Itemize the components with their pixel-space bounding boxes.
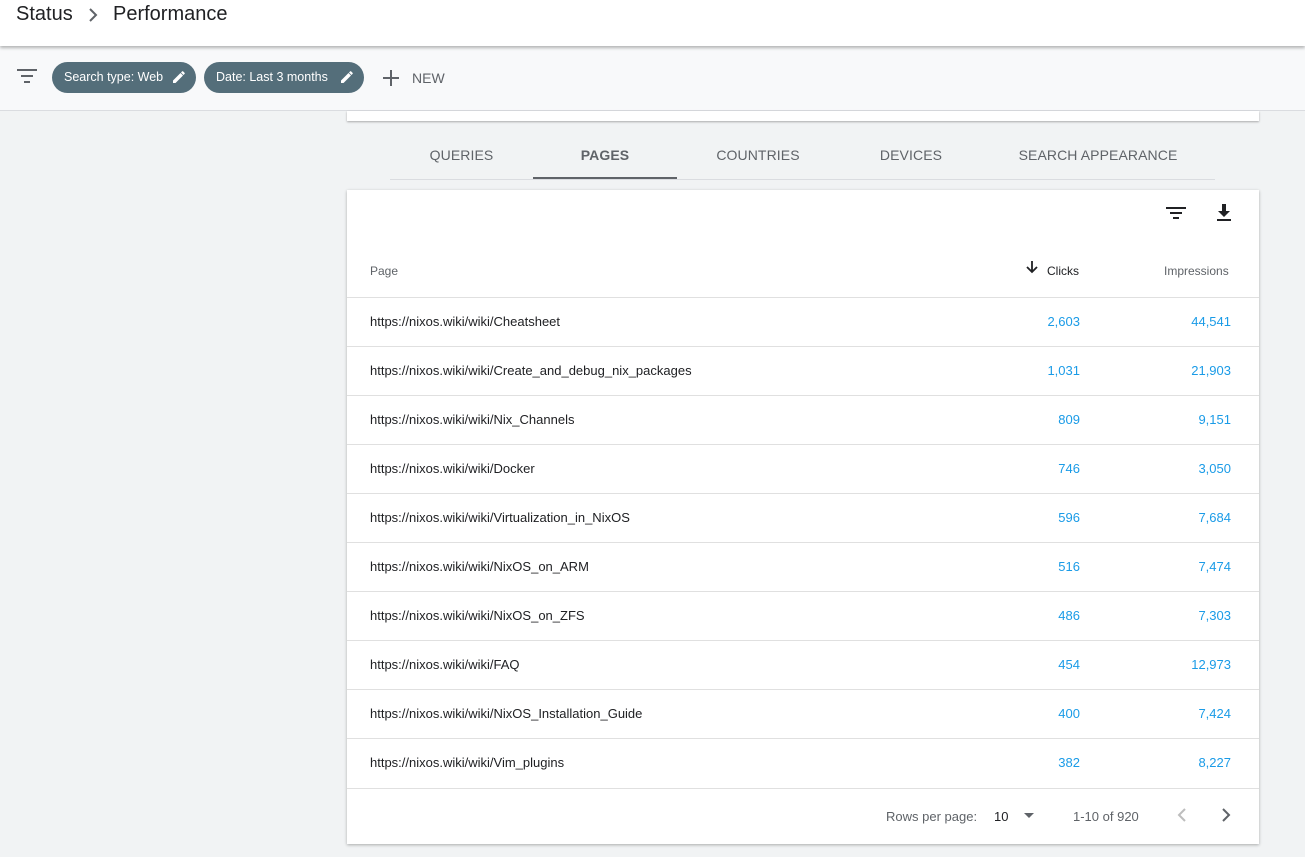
- impressions-value: 12,973: [1191, 657, 1231, 672]
- impressions-value: 3,050: [1198, 461, 1231, 476]
- page-range: 1-10 of 920: [1073, 809, 1139, 824]
- impressions-value: 7,474: [1198, 559, 1231, 574]
- clicks-value: 400: [1058, 706, 1080, 721]
- filter-rows-icon[interactable]: [1165, 202, 1187, 229]
- edit-icon: [173, 71, 185, 83]
- filter-bar: Search type: Web Date: Last 3 months NEW: [0, 46, 1305, 111]
- page-url: https://nixos.wiki/wiki/NixOS_Installati…: [370, 706, 643, 721]
- page-url: https://nixos.wiki/wiki/Docker: [370, 461, 535, 476]
- tab-pages[interactable]: PAGES: [533, 131, 677, 179]
- clicks-value: 382: [1058, 755, 1080, 770]
- filter-icon[interactable]: [17, 69, 37, 88]
- edit-icon: [341, 71, 353, 83]
- plus-icon: [383, 69, 399, 86]
- page-title: Performance: [113, 3, 228, 25]
- table-row[interactable]: https://nixos.wiki/wiki/Cheatsheet 2,603 4…: [347, 297, 1259, 346]
- impressions-value: 7,684: [1198, 510, 1231, 525]
- tab-devices[interactable]: DEVICES: [839, 131, 983, 179]
- download-icon[interactable]: [1213, 202, 1235, 229]
- search-type-chip[interactable]: Search type: Web: [52, 62, 196, 93]
- rows-per-page-label: Rows per page:: [886, 809, 978, 824]
- table-row[interactable]: https://nixos.wiki/wiki/Docker 746 3,050: [347, 444, 1259, 493]
- chevron-left-icon[interactable]: [1172, 805, 1192, 828]
- table-row[interactable]: https://nixos.wiki/wiki/Vim_plugins 382 8,…: [347, 738, 1259, 787]
- dimension-tabs: QUERIES PAGES COUNTRIES DEVICES SEARCH A…: [390, 131, 1215, 180]
- impressions-value: 44,541: [1191, 314, 1231, 329]
- impressions-value: 9,151: [1198, 412, 1231, 427]
- tab-queries[interactable]: QUERIES: [390, 131, 533, 179]
- new-label: NEW: [412, 69, 445, 86]
- clicks-value: 454: [1058, 657, 1080, 672]
- table-row[interactable]: https://nixos.wiki/wiki/NixOS_on_ARM 516 7…: [347, 542, 1259, 591]
- app-header: Status Performance: [0, 0, 1305, 46]
- page-url: https://nixos.wiki/wiki/Create_and_debug…: [370, 363, 692, 378]
- clicks-value: 809: [1058, 412, 1080, 427]
- page-url: https://nixos.wiki/wiki/Virtualization_i…: [370, 510, 630, 525]
- clicks-value: 596: [1058, 510, 1080, 525]
- page-url: https://nixos.wiki/wiki/NixOS_on_ARM: [370, 559, 589, 574]
- page-url: https://nixos.wiki/wiki/Cheatsheet: [370, 314, 561, 329]
- table-row[interactable]: https://nixos.wiki/wiki/FAQ 454 12,973: [347, 640, 1259, 689]
- tab-search-appearance[interactable]: SEARCH APPEARANCE: [1004, 131, 1192, 179]
- breadcrumb-status[interactable]: Status: [16, 3, 73, 25]
- table-row[interactable]: https://nixos.wiki/wiki/Nix_Channels 809 9…: [347, 395, 1259, 444]
- table-row[interactable]: https://nixos.wiki/wiki/NixOS_on_ZFS 486 7…: [347, 591, 1259, 640]
- table-row[interactable]: https://nixos.wiki/wiki/NixOS_Installati…: [347, 689, 1259, 738]
- chip-label: Search type: Web: [64, 70, 164, 84]
- impressions-value: 7,424: [1198, 706, 1231, 721]
- clicks-value: 486: [1058, 608, 1080, 623]
- new-filter-button[interactable]: NEW: [380, 62, 445, 93]
- date-chip[interactable]: Date: Last 3 months: [204, 62, 364, 93]
- tab-countries[interactable]: COUNTRIES: [686, 131, 830, 179]
- column-header-page[interactable]: Page: [370, 264, 398, 278]
- column-header-clicks[interactable]: Clicks: [1047, 264, 1079, 278]
- clicks-value: 2,603: [1047, 314, 1080, 329]
- page-url: https://nixos.wiki/wiki/FAQ: [370, 657, 520, 672]
- column-header-impressions[interactable]: Impressions: [1164, 264, 1229, 278]
- table-row[interactable]: https://nixos.wiki/wiki/Virtualization_i…: [347, 493, 1259, 542]
- page-url: https://nixos.wiki/wiki/NixOS_on_ZFS: [370, 608, 585, 623]
- page-url: https://nixos.wiki/wiki/Vim_plugins: [370, 755, 565, 770]
- rows-per-page-select[interactable]: 10: [994, 809, 1008, 824]
- impressions-value: 7,303: [1198, 608, 1231, 623]
- table-row[interactable]: https://nixos.wiki/wiki/Create_and_debug…: [347, 346, 1259, 395]
- arrow-down-icon: [1025, 260, 1039, 277]
- clicks-value: 516: [1058, 559, 1080, 574]
- clicks-value: 1,031: [1047, 363, 1080, 378]
- clicks-value: 746: [1058, 461, 1080, 476]
- chevron-right-icon[interactable]: [1216, 805, 1236, 828]
- pagination-bar: Rows per page: 10 1-10 of 920: [347, 788, 1259, 844]
- chip-label: Date: Last 3 months: [216, 70, 328, 84]
- chevron-right-icon: [86, 6, 100, 28]
- dropdown-arrow-icon[interactable]: [1023, 809, 1035, 824]
- chart-card-edge: [347, 111, 1259, 121]
- impressions-value: 8,227: [1198, 755, 1231, 770]
- impressions-value: 21,903: [1191, 363, 1231, 378]
- page-url: https://nixos.wiki/wiki/Nix_Channels: [370, 412, 575, 427]
